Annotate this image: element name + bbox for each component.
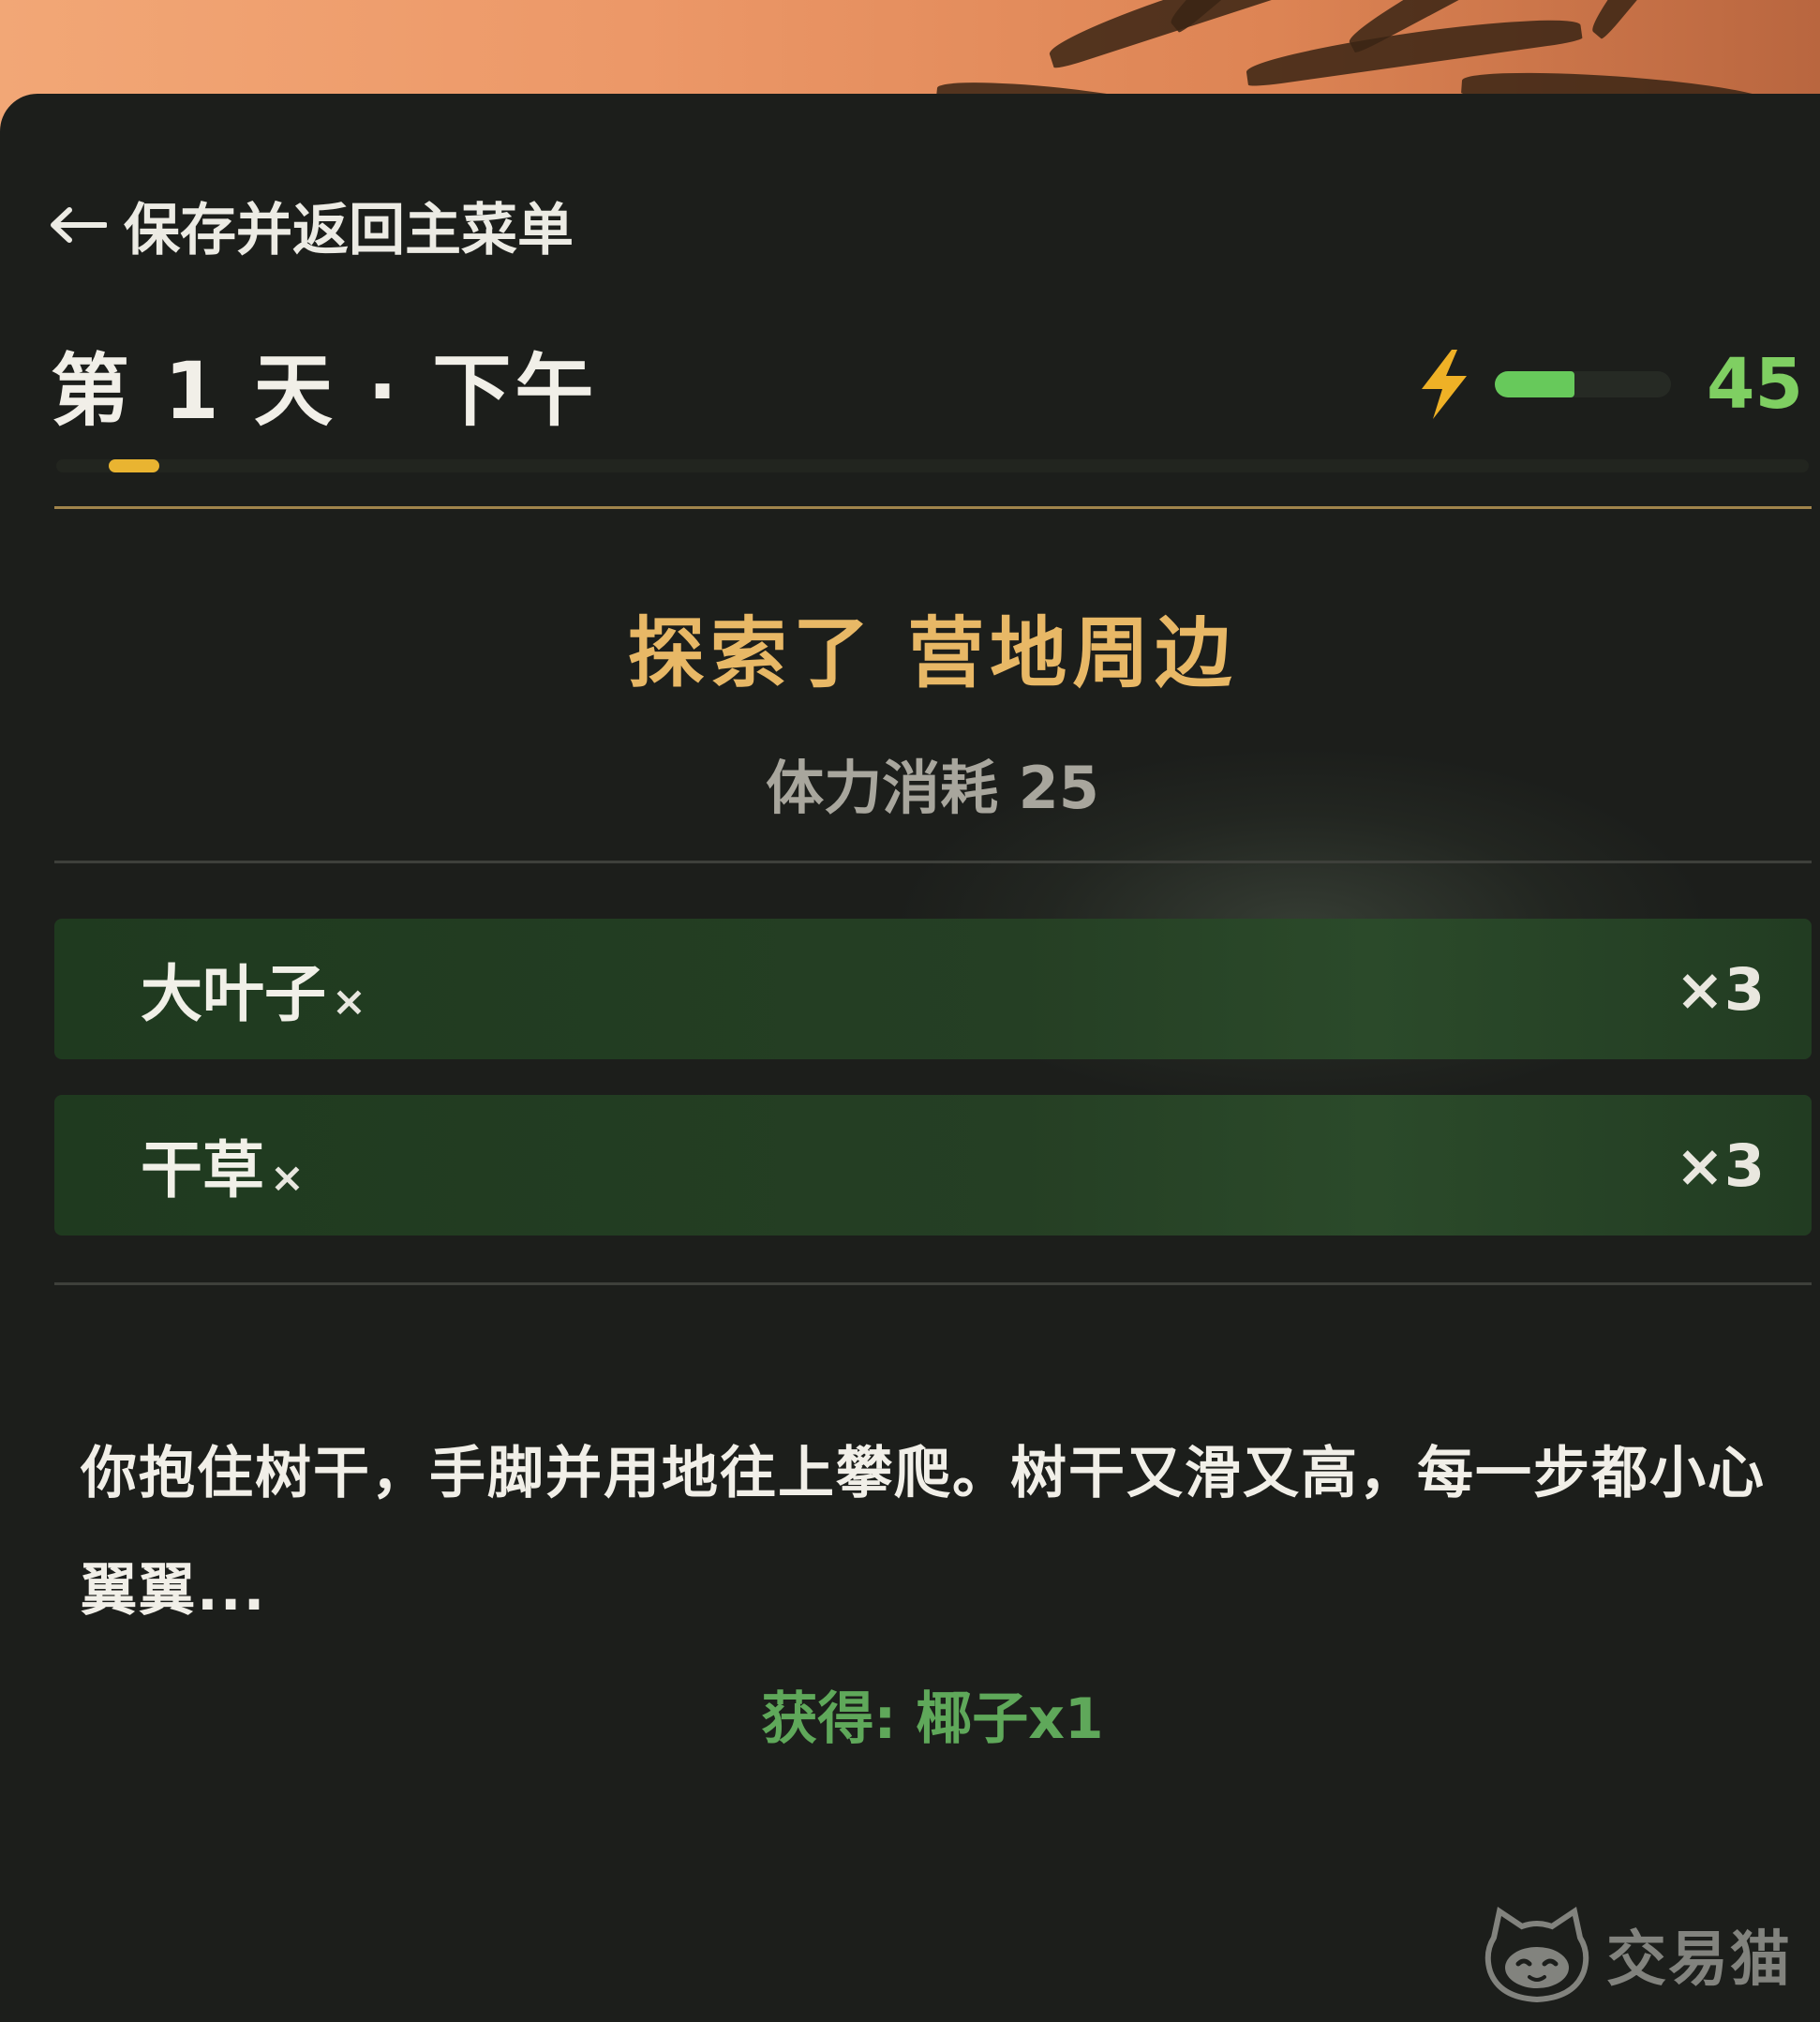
cat-logo-icon: [1484, 1907, 1589, 2003]
watermark: 交易猫: [1481, 1906, 1792, 2003]
loot-item-name: 干草 ×: [141, 1120, 305, 1210]
day-time-title: 第 1 天 · 下午: [51, 345, 598, 437]
result-divider: [54, 861, 1812, 863]
time-of-day-track: [56, 459, 1809, 472]
narrative-text: 你抱住树干，手脚并用地往上攀爬。树干又滑又高，每一步都小心翼翼...: [81, 1441, 1766, 1624]
energy-indicator: 45: [1414, 333, 1803, 436]
loot-item-x-mark: ×: [332, 978, 366, 1026]
explore-result-title: 探索了 营地周边: [627, 609, 1238, 698]
time-of-day-marker: [109, 459, 159, 472]
energy-value: 45: [1707, 344, 1803, 425]
loot-item-quantity: ×3: [1675, 954, 1765, 1024]
item-gained-text: 获得: 椰子x1: [761, 1686, 1104, 1752]
stamina-cost-text: 体力消耗 25: [766, 754, 1099, 822]
save-and-return-button[interactable]: 保存并返回主菜单: [49, 187, 574, 263]
explore-result-panel: 保存并返回主菜单 第 1 天 · 下午 45 探索了 营地周边 体力消耗 25 …: [0, 94, 1820, 2022]
loot-item-x-mark: ×: [270, 1154, 305, 1202]
palm-frond: [1162, 0, 1382, 35]
loot-divider: [54, 1282, 1812, 1285]
loot-item-name: 大叶子 ×: [141, 944, 366, 1034]
loot-item-label: 干草: [141, 1134, 264, 1206]
watermark-text: 交易猫: [1606, 1925, 1792, 1995]
lightning-bolt-icon: [1422, 350, 1468, 419]
arrow-left-icon: [51, 207, 107, 243]
loot-item-row: 大叶子 × ×3: [54, 919, 1812, 1059]
energy-bar-fill: [1495, 371, 1574, 397]
save-and-return-label: 保存并返回主菜单: [124, 197, 574, 263]
loot-item-label: 大叶子: [141, 958, 326, 1030]
loot-item-row: 干草 × ×3: [54, 1095, 1812, 1236]
header-divider: [54, 506, 1812, 509]
loot-item-quantity: ×3: [1675, 1131, 1765, 1200]
palm-frond: [1583, 0, 1748, 40]
energy-bar: [1495, 371, 1672, 397]
